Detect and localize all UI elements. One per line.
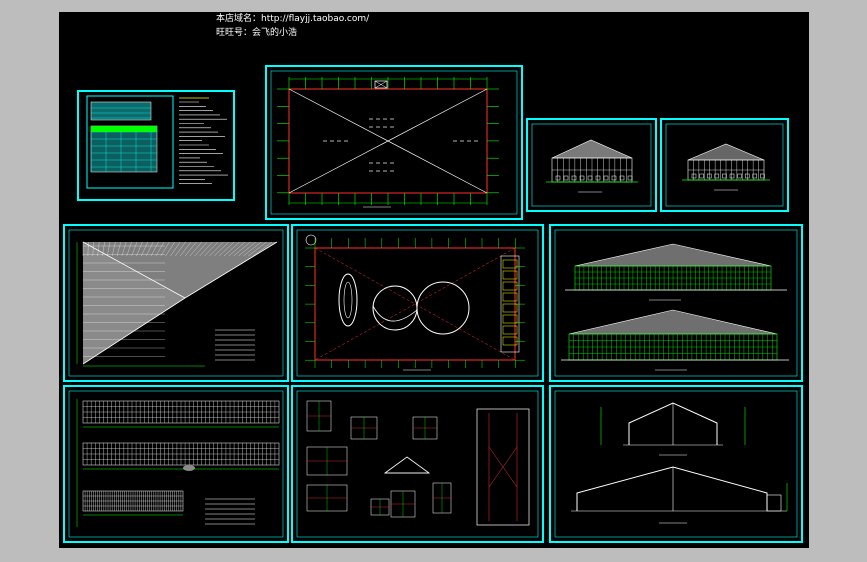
sheet-elevation-front-b[interactable]	[660, 118, 789, 212]
sheet-roof-truss[interactable]	[63, 224, 289, 382]
roof-plan-drawing	[270, 70, 518, 215]
sheet-long-elevations[interactable]	[549, 224, 803, 382]
sheet-side-grids[interactable]	[63, 385, 289, 543]
sheet-sections[interactable]	[549, 385, 803, 543]
sheet-details[interactable]	[291, 385, 544, 543]
sheet-elevation-front-a[interactable]	[526, 118, 657, 212]
sheet-floor-plan[interactable]	[291, 224, 544, 382]
sheet-roof-plan[interactable]	[265, 65, 523, 220]
floor-plan-drawing	[296, 229, 539, 377]
notes-drawing	[86, 95, 228, 189]
roof-truss-drawing	[68, 229, 284, 377]
details-drawing	[296, 390, 539, 538]
contact-text: 旺旺号：会飞的小浩	[216, 28, 298, 38]
elevation-front-b-drawing	[665, 123, 784, 207]
shop-url-text: 本店域名：http://flayjj.taobao.com/	[216, 14, 370, 24]
side-grids-drawing	[68, 390, 284, 538]
sheet-notes[interactable]	[77, 90, 235, 201]
long-elevations-drawing	[554, 229, 798, 377]
elevation-front-a-drawing	[531, 123, 652, 207]
sections-drawing	[554, 390, 798, 538]
cad-drawing-canvas[interactable]: 本店域名：http://flayjj.taobao.com/ 旺旺号：会飞的小浩	[59, 12, 809, 548]
